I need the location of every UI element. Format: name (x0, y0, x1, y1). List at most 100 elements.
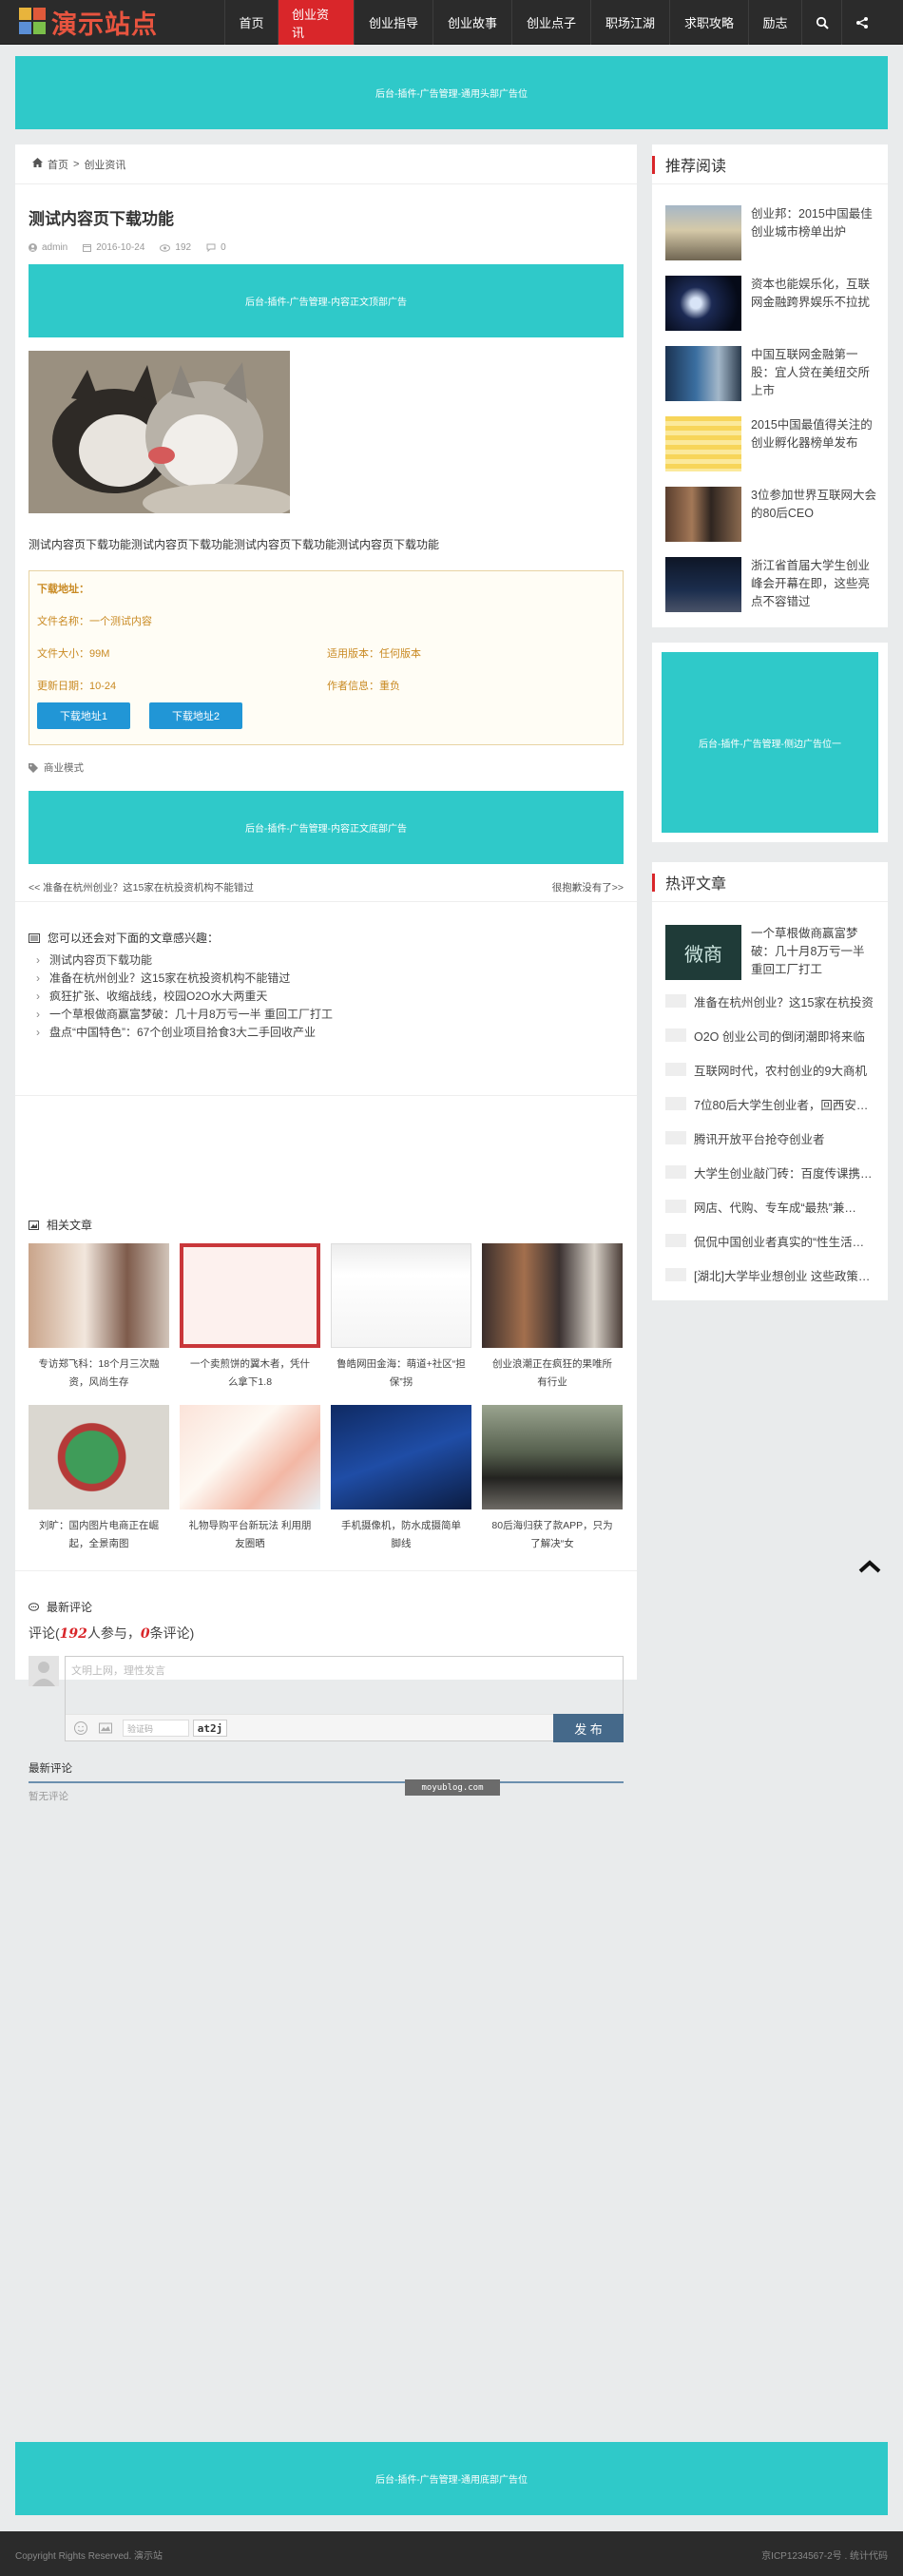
hot-item[interactable]: [湖北]大学毕业想创业 这些政策… (665, 1263, 874, 1286)
prev-article-link[interactable]: << 准备在杭州创业？这15家在杭投资机构不能错过 (29, 880, 254, 894)
logo-mark-icon (19, 8, 48, 36)
recommended-item[interactable]: 2015中国最值得关注的创业孵化器榜单发布 (665, 416, 878, 473)
count-mid: 人参与， (86, 1625, 141, 1641)
submit-comment-button[interactable]: 发 布 (553, 1714, 624, 1742)
author-link[interactable]: admin (42, 242, 67, 253)
hot-item[interactable]: O2O 创业公司的倒闭潮即将来临 (665, 1024, 874, 1047)
emoji-icon[interactable] (73, 1721, 88, 1739)
recommend-link[interactable]: 一个草根做商赢富梦破：几十月8万亏一半 重回工厂打工 (49, 1006, 333, 1022)
related-card[interactable]: 创业浪潮正在疯狂的果唯所有行业 (482, 1243, 623, 1405)
hot-rank-badge (665, 1234, 686, 1247)
captcha-input[interactable]: 验证码 (123, 1720, 189, 1737)
picture-icon[interactable] (98, 1721, 113, 1739)
content-bottom-ad[interactable]: 后台-插件-广告管理-内容正文底部广告 (29, 791, 624, 864)
hot-heading: 热评文章 (652, 862, 888, 902)
related-card[interactable]: 专访郑飞科：18个月三次融资，风尚生存 (29, 1243, 169, 1405)
recommended-item[interactable]: 创业邦：2015中国最佳创业城市榜单出炉 (665, 205, 878, 262)
hot-item[interactable]: 大学生创业敲门砖：百度传课携… (665, 1161, 874, 1183)
main-nav: 首页 创业资讯 创业指导 创业故事 创业点子 职场江湖 求职攻略 励志 (224, 0, 881, 45)
meta-author: admin (29, 242, 67, 253)
hot-title: 7位80后大学生创业者，回西安… (694, 1098, 869, 1112)
hot-rank-badge (665, 1063, 686, 1076)
share-icon[interactable] (841, 0, 881, 45)
image-icon (29, 1220, 39, 1230)
back-to-top-icon[interactable] (855, 1555, 884, 1578)
nav-workplace[interactable]: 职场江湖 (590, 0, 669, 45)
count-suffix: 条评论) (149, 1625, 195, 1641)
hot-top-item[interactable]: 微商 一个草根做商赢富梦破：几十月8万亏一半 重回工厂打工 (665, 925, 874, 980)
side-ad-banner[interactable]: 后台-插件-广告管理-侧边广告位一 (662, 652, 878, 833)
footer-ad-banner[interactable]: 后台-插件-广告管理-通用底部广告位 (15, 2442, 888, 2515)
recommend-link[interactable]: 盘点“中国特色”：67个创业项目拾食3大二手回收产业 (49, 1024, 316, 1040)
captcha-image[interactable]: at2j (193, 1720, 227, 1737)
recommended-item[interactable]: 资本也能娱乐化，互联网金融跨界娱乐不拉扰 (665, 276, 878, 333)
recommended-thumb (665, 557, 741, 612)
recommend-link[interactable]: 准备在杭州创业？这15家在杭投资机构不能错过 (49, 970, 290, 986)
breadcrumb-home[interactable]: 首页 (48, 157, 68, 172)
download-button-1[interactable]: 下载地址1 (37, 702, 130, 729)
download-button-2[interactable]: 下载地址2 (149, 702, 242, 729)
recommend-item[interactable]: 一个草根做商赢富梦破：几十月8万亏一半 重回工厂打工 (29, 1005, 618, 1023)
download-file-name: 文件名称：一个测试内容 (37, 616, 152, 627)
recommend-item[interactable]: 准备在杭州创业？这15家在杭投资机构不能错过 (29, 969, 618, 987)
meta-views: 192 (160, 242, 191, 253)
recommended-item[interactable]: 中国互联网金融第一股：宜人贷在美纽交所上市 (665, 346, 878, 403)
recommended-item[interactable]: 浙江省首届大学生创业峰会开幕在即，这些亮点不容错过 (665, 557, 878, 614)
related-caption: 刘旷：国内图片电商正在崛起，全景南图 (39, 1520, 159, 1549)
footer-icp[interactable]: 京ICP1234567-2号 . 统计代码 (761, 2547, 888, 2562)
recommend-item[interactable]: 盘点“中国特色”：67个创业项目拾食3大二手回收产业 (29, 1023, 618, 1041)
nav-inspire[interactable]: 励志 (748, 0, 801, 45)
hot-sidebar: 热评文章 微商 一个草根做商赢富梦破：几十月8万亏一半 重回工厂打工 准备在杭州… (652, 862, 888, 1300)
recommended-item[interactable]: 3位参加世界互联网大会的80后CEO (665, 487, 878, 544)
related-card[interactable]: 一个卖煎饼的翼木者，凭什么拿下1.8 (180, 1243, 320, 1405)
nav-stories[interactable]: 创业故事 (432, 0, 511, 45)
hot-item[interactable]: 7位80后大学生创业者，回西安… (665, 1092, 874, 1115)
hot-item[interactable]: 网店、代购、专车成“最热”兼… (665, 1195, 874, 1218)
nav-guide[interactable]: 创业指导 (354, 0, 432, 45)
hot-item[interactable]: 互联网时代，农村创业的9大商机 (665, 1058, 874, 1081)
hot-item[interactable]: 侃侃中国创业者真实的“性生活… (665, 1229, 874, 1252)
download-file-size: 文件大小：99M (37, 648, 110, 660)
related-card[interactable]: 鲁皓网田金海：萌道+社区“担保”拐 (331, 1243, 471, 1405)
hot-item[interactable]: 准备在杭州创业？这15家在杭投资 (665, 990, 874, 1012)
chat-icon (29, 1602, 39, 1611)
breadcrumb-current[interactable]: 创业资讯 (84, 157, 125, 172)
recommended-title: 浙江省首届大学生创业峰会开幕在即，这些亮点不容错过 (751, 559, 871, 608)
eye-icon (160, 243, 171, 252)
search-icon[interactable] (801, 0, 841, 45)
calendar-icon (83, 244, 92, 252)
no-comments-text: 暂无评论 (29, 1791, 68, 1802)
recommend-item[interactable]: 测试内容页下载功能 (29, 951, 618, 969)
top-ad-banner[interactable]: 后台-插件-广告管理-通用头部广告位 (15, 56, 888, 129)
related-thumb (331, 1243, 471, 1348)
site-logo[interactable]: 演示站点 (19, 6, 158, 40)
hot-title: 网店、代购、专车成“最热”兼… (694, 1201, 856, 1215)
related-card[interactable]: 礼物导购平台新玩法 利用朋友圈晒 (180, 1405, 320, 1567)
next-article-link[interactable]: 很抱歉没有了>> (552, 880, 624, 894)
nav-home[interactable]: 首页 (224, 0, 278, 45)
comment-textarea[interactable]: 文明上网，理性发言 (66, 1657, 623, 1714)
nav-news[interactable]: 创业资讯 (278, 0, 354, 45)
recommend-link[interactable]: 测试内容页下载功能 (49, 952, 152, 968)
hot-title: O2O 创业公司的倒闭潮即将来临 (694, 1029, 865, 1044)
hot-rank-badge (665, 1268, 686, 1281)
related-card[interactable]: 80后海归获了款APP，只为了解决“女 (482, 1405, 623, 1567)
related-grid: 专访郑飞科：18个月三次融资，风尚生存 一个卖煎饼的翼木者，凭什么拿下1.8 鲁… (29, 1243, 624, 1567)
hot-rank-badge (665, 994, 686, 1008)
related-caption: 一个卖煎饼的翼木者，凭什么拿下1.8 (190, 1358, 310, 1388)
recommended-title: 3位参加世界互联网大会的80后CEO (751, 489, 876, 520)
recommended-heading: 推荐阅读 (652, 144, 888, 184)
nav-jobs[interactable]: 求职攻略 (669, 0, 748, 45)
latest-comments-divider (29, 1781, 624, 1783)
recommend-link[interactable]: 疯狂扩张、收缩战线，校园O2O水大两重天 (49, 988, 267, 1004)
content-top-ad[interactable]: 后台-插件-广告管理-内容正文顶部广告 (29, 264, 624, 337)
related-card[interactable]: 刘旷：国内图片电商正在崛起，全景南图 (29, 1405, 169, 1567)
recommended-title: 中国互联网金融第一股：宜人贷在美纽交所上市 (751, 348, 871, 397)
meta-comments: 0 (206, 242, 226, 253)
tag-link[interactable]: 商业模式 (44, 760, 84, 775)
recommend-item[interactable]: 疯狂扩张、收缩战线，校园O2O水大两重天 (29, 987, 618, 1005)
footer-copyright: Copyright Rights Reserved. 演示站 (15, 2551, 163, 2562)
nav-ideas[interactable]: 创业点子 (511, 0, 590, 45)
hot-item[interactable]: 腾讯开放平台抢夺创业者 (665, 1126, 874, 1149)
related-card[interactable]: 手机摄像机，防水成摄简单脚线 (331, 1405, 471, 1567)
